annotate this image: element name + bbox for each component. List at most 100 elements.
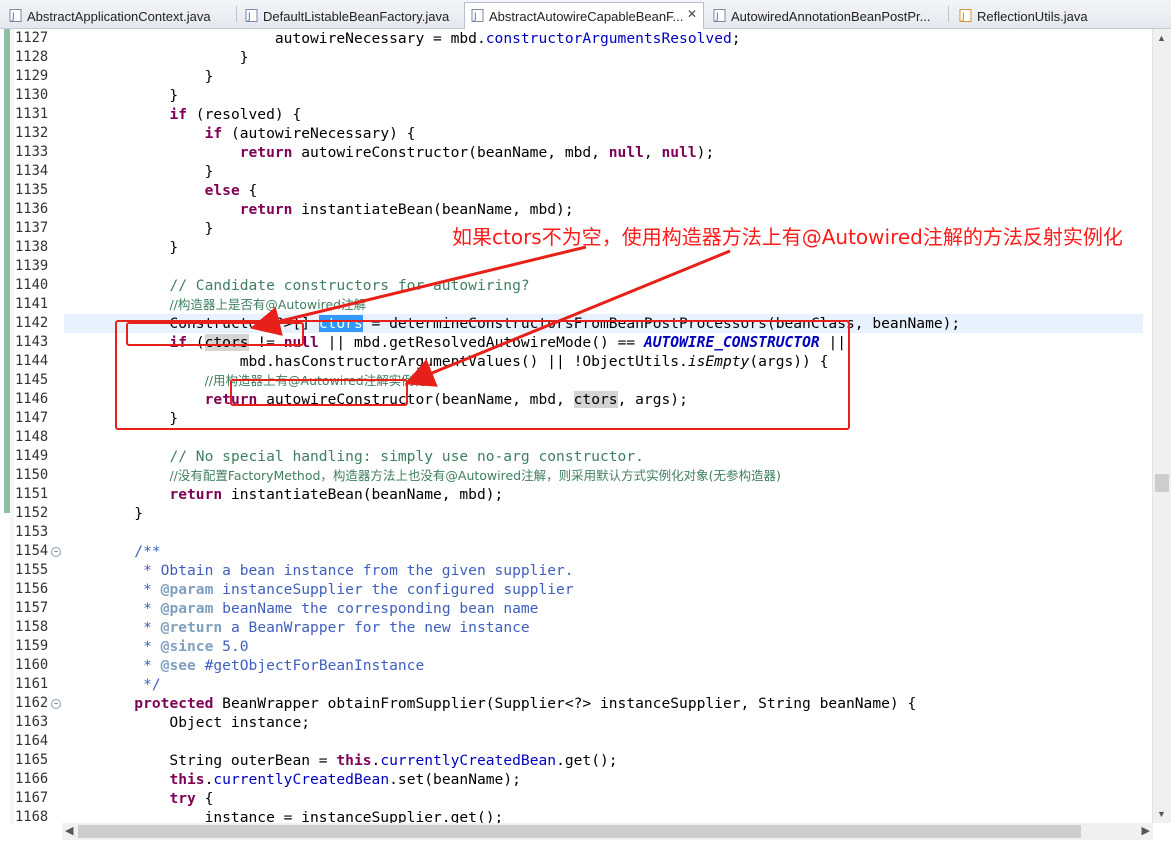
- code-line[interactable]: }: [64, 67, 1143, 86]
- line-number: 1153: [15, 524, 49, 540]
- code-line[interactable]: if (resolved) {: [64, 105, 1143, 124]
- code-line[interactable]: this.currentlyCreatedBean.set(beanName);: [64, 770, 1143, 789]
- code-line[interactable]: instance = instanceSupplier.get();: [64, 808, 1143, 823]
- tab-label: AutowiredAnnotationBeanPostPr...: [731, 9, 931, 24]
- line-number: 1167: [15, 790, 49, 806]
- code-line[interactable]: try {: [64, 789, 1143, 808]
- line-number: 1155: [15, 562, 49, 578]
- code-line[interactable]: else {: [64, 181, 1143, 200]
- code-line[interactable]: }: [64, 504, 1143, 523]
- code-token: return: [239, 144, 293, 161]
- code-token: ,: [643, 144, 662, 161]
- code-line[interactable]: return autowireConstructor(beanName, mbd…: [64, 143, 1143, 162]
- line-number: 1143: [15, 334, 49, 350]
- line-number: 1144: [15, 353, 49, 369]
- code-token: //构造器上是否有@Autowired注解: [169, 297, 367, 312]
- svg-text:J: J: [11, 12, 15, 22]
- line-number: 1128: [15, 49, 49, 65]
- line-number: 1154−: [13, 542, 61, 561]
- line-number: 1168: [15, 809, 49, 823]
- code-line[interactable]: [64, 523, 1143, 542]
- code-line[interactable]: [64, 732, 1143, 751]
- fold-toggle-icon[interactable]: −: [51, 547, 61, 557]
- line-number: 1151: [15, 486, 49, 502]
- code-line[interactable]: [64, 428, 1143, 447]
- tab-label: AbstractApplicationContext.java: [27, 9, 211, 24]
- code-line[interactable]: /**: [64, 542, 1143, 561]
- line-number: 1165: [15, 752, 49, 768]
- line-number: 1146: [15, 391, 49, 407]
- code-token: .get();: [556, 752, 618, 769]
- code-token: return: [169, 486, 223, 503]
- code-line[interactable]: return instantiateBean(beanName, mbd);: [64, 200, 1143, 219]
- vertical-scroll-thumb[interactable]: [1155, 474, 1169, 492]
- line-number: 1159: [15, 638, 49, 654]
- line-number: 1149: [15, 448, 49, 464]
- vertical-scrollbar[interactable]: ▲ ▼: [1152, 29, 1171, 823]
- code-token: beanName the corresponding bean name: [213, 600, 539, 617]
- horizontal-scrollbar[interactable]: ◀ ▶: [62, 823, 1153, 840]
- code-token: this: [169, 771, 205, 788]
- code-line[interactable]: // No special handling: simply use no-ar…: [64, 447, 1143, 466]
- horizontal-scroll-thumb[interactable]: [78, 825, 1081, 838]
- code-token: this: [336, 752, 372, 769]
- tab-abstract-application-context[interactable]: J AbstractApplicationContext.java: [2, 2, 234, 27]
- java-file-icon: J: [471, 9, 484, 22]
- java-file-icon: J: [959, 9, 972, 22]
- code-line[interactable]: * @param instanceSupplier the configured…: [64, 580, 1143, 599]
- code-token: @param: [160, 600, 214, 617]
- code-token: (resolved) {: [187, 106, 302, 123]
- code-line[interactable]: * Obtain a bean instance from the given …: [64, 561, 1143, 580]
- code-line[interactable]: //没有配置FactoryMethod，构造器方法上也没有@Autowired注…: [64, 466, 1143, 485]
- code-line[interactable]: [64, 257, 1143, 276]
- code-token: constructorArgumentsResolved: [485, 30, 732, 47]
- code-token: @see: [160, 657, 196, 674]
- scroll-right-icon[interactable]: ▶: [1142, 824, 1150, 837]
- line-number: 1161: [15, 676, 49, 692]
- fold-toggle-icon[interactable]: −: [51, 699, 61, 709]
- code-line[interactable]: String outerBean = this.currentlyCreated…: [64, 751, 1143, 770]
- line-number: 1135: [15, 182, 49, 198]
- code-line[interactable]: * @see #getObjectForBeanInstance: [64, 656, 1143, 675]
- scroll-left-icon[interactable]: ◀: [65, 824, 73, 837]
- code-token: *: [64, 581, 161, 598]
- scroll-down-icon[interactable]: ▼: [1157, 809, 1166, 819]
- code-token: autowireNecessary = mbd.: [64, 30, 486, 47]
- code-token: }: [64, 505, 144, 522]
- code-line[interactable]: if (autowireNecessary) {: [64, 124, 1143, 143]
- code-line[interactable]: * @return a BeanWrapper for the new inst…: [64, 618, 1143, 637]
- close-icon[interactable]: ✕: [687, 7, 697, 21]
- code-line[interactable]: return instantiateBean(beanName, mbd);: [64, 485, 1143, 504]
- code-line[interactable]: */: [64, 675, 1143, 694]
- tab-autowired-annotation-bean-post-processor[interactable]: J AutowiredAnnotationBeanPostPr...: [706, 2, 946, 27]
- code-line[interactable]: autowireNecessary = mbd.constructorArgum…: [64, 29, 1143, 48]
- code-token: autowireConstructor(beanName, mbd,: [292, 144, 609, 161]
- code-line[interactable]: //构造器上是否有@Autowired注解: [64, 295, 1143, 314]
- code-line[interactable]: * @param beanName the corresponding bean…: [64, 599, 1143, 618]
- code-line[interactable]: Object instance;: [64, 713, 1143, 732]
- editor-tab-bar: J AbstractApplicationContext.java J Defa…: [0, 0, 1171, 29]
- code-line[interactable]: // Candidate constructors for autowiring…: [64, 276, 1143, 295]
- code-token: return: [239, 201, 293, 218]
- code-line[interactable]: }: [64, 162, 1143, 181]
- tab-reflection-utils[interactable]: J ReflectionUtils.java: [952, 2, 1122, 27]
- tab-default-listable-bean-factory[interactable]: J DefaultListableBeanFactory.java: [238, 2, 462, 27]
- code-line[interactable]: }: [64, 86, 1143, 105]
- code-token: }: [64, 220, 214, 237]
- code-token: BeanWrapper obtainFromSupplier(Supplier<…: [213, 695, 917, 712]
- scroll-up-icon[interactable]: ▲: [1157, 33, 1166, 43]
- code-token: String outerBean =: [64, 752, 337, 769]
- code-line[interactable]: * @since 5.0: [64, 637, 1143, 656]
- tab-abstract-autowire-capable-bean-factory[interactable]: J AbstractAutowireCapableBeanF... ✕: [464, 2, 704, 29]
- code-line[interactable]: protected BeanWrapper obtainFromSupplier…: [64, 694, 1143, 713]
- code-line[interactable]: }: [64, 48, 1143, 67]
- code-token: if: [204, 125, 223, 142]
- annotation-text: 如果ctors不为空，使用构造器方法上有@Autowired注解的方法反射实例化: [452, 225, 1123, 249]
